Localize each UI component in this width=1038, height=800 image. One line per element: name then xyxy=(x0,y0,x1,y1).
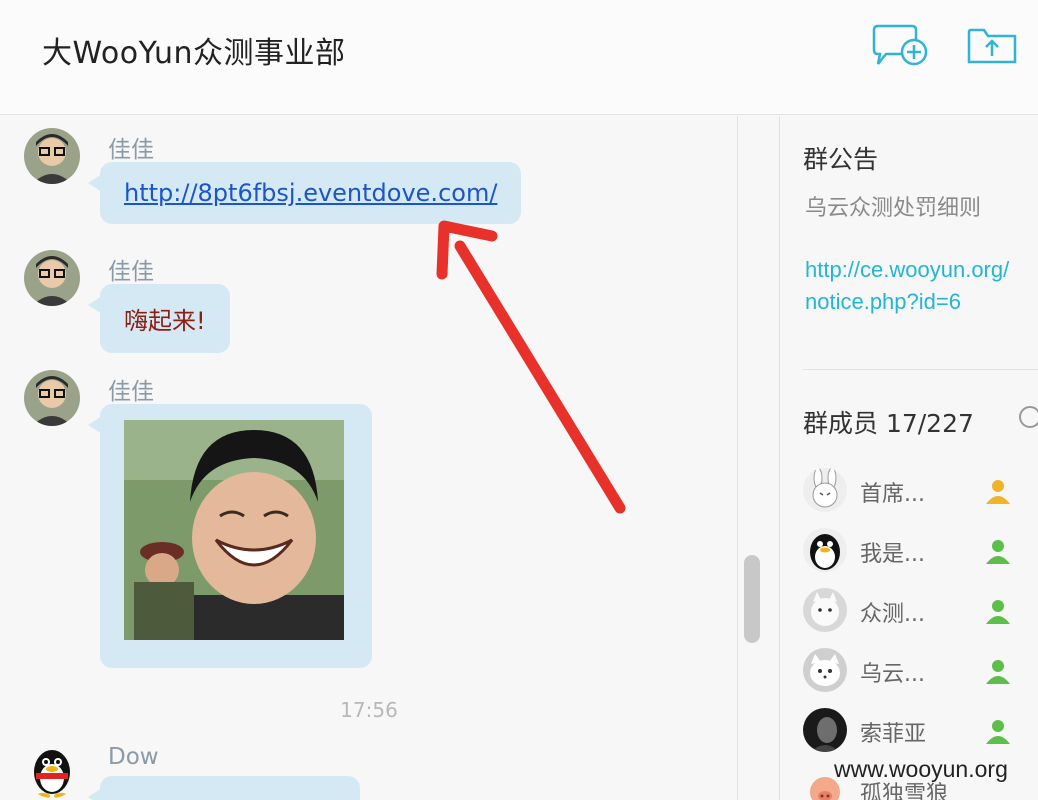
qq-penguin-icon xyxy=(24,742,80,798)
folder-upload-icon xyxy=(967,28,1017,64)
annotation-arrow xyxy=(436,220,626,514)
scrollbar-track[interactable] xyxy=(738,116,780,800)
admin-role-icon xyxy=(986,660,1010,684)
refresh-icon[interactable] xyxy=(1019,406,1038,428)
admin-role-icon xyxy=(986,540,1010,564)
sender-name: Dow xyxy=(108,744,159,770)
member-item[interactable]: 乌云... xyxy=(803,648,1038,698)
white-cat-avatar-icon xyxy=(803,588,847,632)
avatar[interactable] xyxy=(24,128,80,184)
chat-header: 大WooYun众测事业部 xyxy=(0,0,1038,115)
notice-link[interactable]: http://ce.wooyun.org/ notice.php?id=6 xyxy=(805,254,1009,318)
message-text: 嗨起来! xyxy=(124,307,206,335)
owner-role-icon xyxy=(986,480,1010,504)
message-bubble xyxy=(88,776,360,800)
qq-penguin-icon xyxy=(803,528,847,572)
member-name: 乌云... xyxy=(860,662,925,687)
avatar[interactable] xyxy=(24,250,80,306)
scrollbar-thumb[interactable] xyxy=(744,555,760,643)
member-avatar xyxy=(803,468,847,512)
member-name: 首席... xyxy=(860,482,925,507)
rabbit-avatar-icon xyxy=(803,468,847,512)
user-avatar-icon xyxy=(24,128,80,184)
sender-name: 佳佳 xyxy=(108,379,154,405)
notice-text: 乌云众测处罚细则 xyxy=(805,196,982,221)
avatar[interactable] xyxy=(24,370,80,426)
message-bubble xyxy=(88,404,372,668)
member-name: 索菲亚 xyxy=(860,722,927,747)
watermark: www.wooyun.org xyxy=(834,756,1008,782)
message-timestamp: 17:56 xyxy=(340,698,398,722)
group-title: 大WooYun众测事业部 xyxy=(42,36,346,71)
message-list[interactable]: 佳佳 http://8pt6fbsj.eventdove.com/ 佳佳 嗨起来… xyxy=(0,116,738,800)
chat-add-icon xyxy=(872,24,928,66)
members-heading: 群成员 17/227 xyxy=(803,409,974,438)
member-item[interactable]: 我是... xyxy=(803,528,1038,578)
sender-name: 佳佳 xyxy=(108,259,154,285)
member-avatar xyxy=(803,528,847,572)
message-bubble: http://8pt6fbsj.eventdove.com/ xyxy=(87,162,522,224)
group-sidebar: 群公告 乌云众测处罚细则 http://ce.wooyun.org/ notic… xyxy=(781,116,1038,800)
admin-role-icon xyxy=(986,600,1010,624)
member-name: 众测... xyxy=(860,602,925,627)
member-avatar xyxy=(803,588,847,632)
member-name: 我是... xyxy=(860,542,925,567)
member-item[interactable]: 索菲亚 xyxy=(803,708,1038,758)
member-item[interactable]: 众测... xyxy=(803,588,1038,638)
avatar[interactable] xyxy=(24,742,80,798)
admin-role-icon xyxy=(986,720,1010,744)
dark-photo-avatar-icon xyxy=(803,708,847,752)
notice-link-line-2[interactable]: notice.php?id=6 xyxy=(805,286,1009,318)
divider xyxy=(803,369,1038,370)
message-image[interactable] xyxy=(124,420,344,640)
user-avatar-icon xyxy=(24,250,80,306)
message-bubble: 嗨起来! xyxy=(88,284,230,353)
member-avatar xyxy=(803,708,847,752)
white-cat-avatar-icon xyxy=(803,648,847,692)
user-avatar-icon xyxy=(24,370,80,426)
new-chat-button[interactable] xyxy=(870,24,928,68)
member-item[interactable]: 首席... xyxy=(803,468,1038,518)
notice-heading: 群公告 xyxy=(803,145,879,174)
sender-name: 佳佳 xyxy=(108,137,154,163)
message-link[interactable]: http://8pt6fbsj.eventdove.com/ xyxy=(100,162,521,224)
notice-link-line-1[interactable]: http://ce.wooyun.org/ xyxy=(805,254,1009,286)
member-avatar xyxy=(803,648,847,692)
upload-file-button[interactable] xyxy=(966,24,1018,68)
